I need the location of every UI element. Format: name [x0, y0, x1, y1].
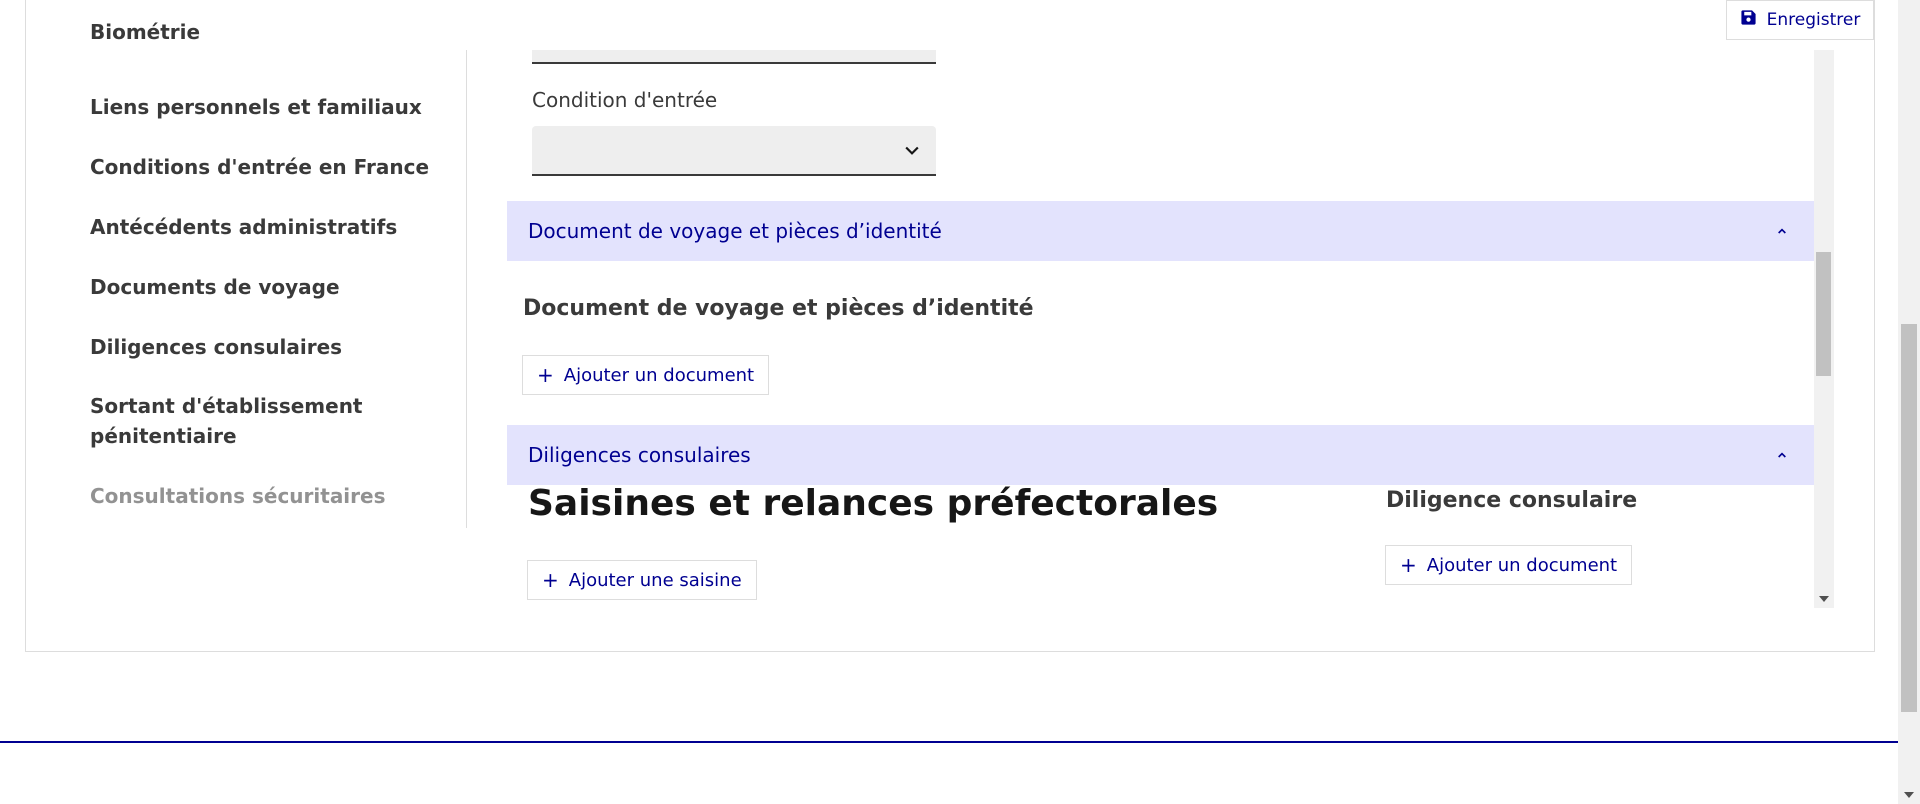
add-referral-label: Ajouter une saisine — [568, 569, 742, 591]
chevron-up-icon — [1778, 228, 1786, 234]
save-icon — [1740, 9, 1757, 31]
plus-icon: + — [537, 363, 554, 387]
consular-diligence-title: Diligence consulaire — [1386, 488, 1638, 513]
entry-condition-label: Condition d'entrée — [532, 88, 718, 112]
plus-icon: + — [1400, 553, 1417, 577]
footer-border — [0, 741, 1898, 743]
add-consular-document-label: Ajouter un document — [1426, 554, 1618, 576]
referrals-title: Saisines et relances préfectorales — [528, 483, 1219, 524]
scroll-down-arrow-icon[interactable] — [1819, 596, 1829, 602]
add-consular-document-button[interactable]: + Ajouter un document — [1385, 545, 1633, 585]
chevron-down-icon — [905, 146, 919, 155]
accordion-consular-title: Diligences consulaires — [528, 443, 751, 467]
accordion-travel-docs-title: Document de voyage et pièces d’identité — [528, 219, 942, 243]
sidenav-divider — [466, 50, 467, 528]
sidenav-item-documents[interactable]: Documents de voyage — [90, 272, 340, 302]
sidenav-item-sortant-line2[interactable]: pénitentiaire — [90, 421, 237, 451]
accordion-consular-header[interactable]: Diligences consulaires — [507, 425, 1814, 485]
content-scrollbar-thumb[interactable] — [1816, 252, 1831, 376]
page-scrollbar[interactable] — [1898, 0, 1920, 804]
previous-field-input[interactable] — [532, 50, 936, 64]
sidenav-item-sortant-line1[interactable]: Sortant d'établissement — [90, 391, 363, 421]
add-referral-button[interactable]: + Ajouter une saisine — [527, 560, 757, 600]
save-button[interactable]: Enregistrer — [1726, 0, 1874, 40]
content-panel: Condition d'entrée Document de voyage et… — [507, 50, 1814, 608]
content-scrollbar[interactable] — [1814, 50, 1834, 608]
add-travel-document-label: Ajouter un document — [563, 364, 755, 386]
page-scrollbar-thumb[interactable] — [1901, 324, 1917, 712]
entry-condition-select[interactable] — [532, 126, 936, 176]
plus-icon: + — [542, 568, 559, 592]
travel-docs-section-title: Document de voyage et pièces d’identité — [523, 296, 1034, 321]
add-travel-document-button[interactable]: + Ajouter un document — [522, 355, 770, 395]
save-button-label: Enregistrer — [1766, 10, 1861, 30]
sidenav-item-diligences[interactable]: Diligences consulaires — [90, 332, 342, 362]
page-scroll-down-arrow-icon[interactable] — [1904, 792, 1914, 798]
sidenav-item-biometrie[interactable]: Biométrie — [90, 17, 200, 47]
sidenav-item-liens[interactable]: Liens personnels et familiaux — [90, 92, 422, 122]
sidenav-item-consultations[interactable]: Consultations sécuritaires — [90, 481, 386, 511]
sidenav-item-antecedents[interactable]: Antécédents administratifs — [90, 212, 397, 242]
chevron-up-icon — [1778, 452, 1786, 458]
sidenav-item-conditions[interactable]: Conditions d'entrée en France — [90, 152, 429, 182]
accordion-travel-docs-header[interactable]: Document de voyage et pièces d’identité — [507, 201, 1814, 261]
